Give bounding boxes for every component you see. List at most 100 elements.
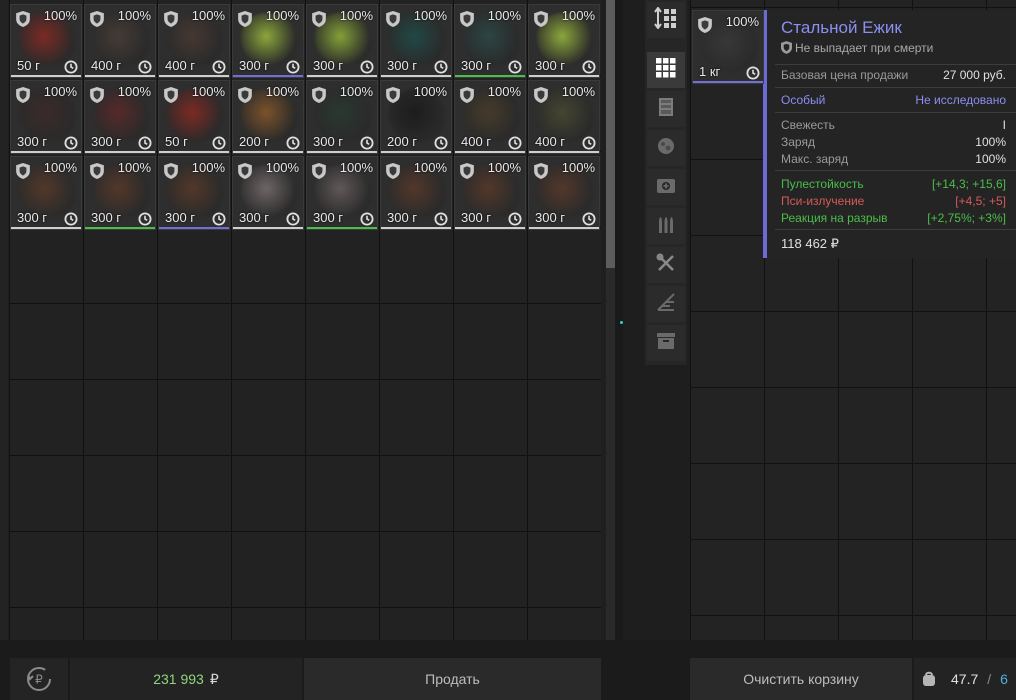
shield-icon xyxy=(312,163,326,179)
inventory-item[interactable]: 100% 300 г xyxy=(306,80,378,154)
inventory-scrollbar-thumb[interactable] xyxy=(606,0,615,268)
item-rarity-line xyxy=(11,151,81,153)
category-tab-medkit[interactable] xyxy=(647,169,685,205)
clock-icon xyxy=(138,60,152,74)
freshness-label: Свежесть xyxy=(781,118,835,132)
category-tab-container[interactable] xyxy=(647,325,685,361)
inventory-item[interactable]: 100% 50 г xyxy=(158,80,230,154)
category-tab-attachments[interactable] xyxy=(647,286,685,322)
clock-icon xyxy=(286,212,300,226)
inventory-item[interactable]: 100% 300 г xyxy=(10,80,82,154)
inventory-item[interactable]: 100% 300 г xyxy=(10,156,82,230)
weight-max: 6 xyxy=(1000,671,1008,687)
item-weight: 400 г xyxy=(461,134,492,149)
clock-icon xyxy=(434,212,448,226)
inventory-item[interactable]: 100% 400 г xyxy=(84,4,156,78)
tooltip-divider xyxy=(775,64,1016,65)
grid-icon xyxy=(656,57,676,83)
inventory-item[interactable]: 100% 300 г xyxy=(528,4,600,78)
shield-icon xyxy=(534,87,548,103)
item-condition: 100% xyxy=(725,14,759,29)
inventory-item[interactable]: 100% 400 г xyxy=(158,4,230,78)
item-rarity-line xyxy=(455,227,525,229)
item-condition: 100% xyxy=(191,84,225,99)
category-tab-artifact[interactable] xyxy=(647,130,685,166)
inventory-item[interactable]: 100% 300 г xyxy=(528,156,600,230)
item-rarity-line xyxy=(455,151,525,153)
item-rarity-line xyxy=(233,75,303,77)
category-tab-sort[interactable] xyxy=(647,2,685,38)
item-weight: 300 г xyxy=(313,210,344,225)
item-rarity-line xyxy=(693,81,763,83)
item-rarity-line xyxy=(11,227,81,229)
tooltip-divider xyxy=(775,229,1016,230)
sell-button[interactable]: Продать xyxy=(304,658,601,700)
item-rarity-line xyxy=(529,151,599,153)
item-weight: 300 г xyxy=(387,58,418,73)
inventory-item[interactable]: 100% 400 г xyxy=(528,80,600,154)
refresh-balance-button[interactable]: ₽ xyxy=(10,658,68,700)
inventory-item[interactable]: 100% 200 г xyxy=(232,80,304,154)
item-weight: 300 г xyxy=(239,210,270,225)
item-rarity-line xyxy=(455,75,525,77)
item-rarity-line xyxy=(85,151,155,153)
category-tab-grid[interactable] xyxy=(647,52,685,88)
max-charge-value: 100% xyxy=(975,152,1006,166)
clear-cart-button[interactable]: Очистить корзину xyxy=(690,658,912,700)
item-condition: 100% xyxy=(561,8,595,23)
weight-icon xyxy=(923,671,935,686)
shield-icon xyxy=(534,163,548,179)
item-tooltip: Стальной Ежик Не выпадает при смерти Баз… xyxy=(763,10,1016,258)
base-price-label: Базовая цена продажи xyxy=(781,68,909,82)
balance-currency: ₽ xyxy=(209,670,219,687)
armor-icon xyxy=(656,97,676,122)
attachments-icon xyxy=(656,292,676,317)
inventory-item[interactable]: 100% 300 г xyxy=(158,156,230,230)
inventory-item[interactable]: 100% 300 г xyxy=(84,156,156,230)
shield-icon xyxy=(781,41,792,54)
item-condition: 100% xyxy=(265,84,299,99)
item-weight: 300 г xyxy=(461,210,492,225)
shield-icon xyxy=(238,11,252,27)
item-weight: 300 г xyxy=(535,210,566,225)
medkit-icon xyxy=(656,176,676,199)
clock-icon xyxy=(286,136,300,150)
sort-icon xyxy=(654,5,678,34)
inventory-item[interactable]: 100% 300 г xyxy=(306,156,378,230)
category-tab-ammo[interactable] xyxy=(647,208,685,244)
item-condition: 100% xyxy=(117,84,151,99)
category-tab-tools[interactable] xyxy=(647,247,685,283)
bottom-bar: ₽ 231 993 ₽ Продать Очистить корзину 47.… xyxy=(0,640,1016,700)
stat-label: Реакция на разрыв xyxy=(781,211,888,225)
inventory-item[interactable]: 100% 300 г xyxy=(380,156,452,230)
item-condition: 100% xyxy=(561,160,595,175)
item-condition: 100% xyxy=(339,160,373,175)
inventory-item[interactable]: 100% 300 г xyxy=(306,4,378,78)
inventory-item[interactable]: 100% 50 г xyxy=(10,4,82,78)
inventory-item[interactable]: 100% 300 г xyxy=(232,156,304,230)
item-weight: 50 г xyxy=(17,58,40,73)
category-tab-armor[interactable] xyxy=(647,91,685,127)
item-weight: 200 г xyxy=(239,134,270,149)
inventory-item[interactable]: 100% 300 г xyxy=(454,4,526,78)
inventory-item[interactable]: 100% 300 г xyxy=(454,156,526,230)
weight-separator: / xyxy=(987,671,992,687)
inventory-item[interactable]: 100% 400 г xyxy=(454,80,526,154)
shield-icon xyxy=(16,163,30,179)
inventory-item[interactable]: 100% 200 г xyxy=(380,80,452,154)
container-icon xyxy=(656,332,676,355)
inventory-item[interactable]: 100% 300 г xyxy=(84,80,156,154)
item-title: Стальной Ежик xyxy=(781,18,902,37)
item-condition: 100% xyxy=(265,160,299,175)
inventory-item[interactable]: 100% 300 г xyxy=(232,4,304,78)
clock-icon xyxy=(508,136,522,150)
inventory-item[interactable]: 100% 300 г xyxy=(380,4,452,78)
stat-label: Пси-излучение xyxy=(781,194,865,208)
tooltip-divider xyxy=(775,170,1016,171)
ruble-refresh-icon: ₽ xyxy=(27,667,51,691)
inventory-item[interactable]: 100% 1 кг xyxy=(692,10,764,84)
item-condition: 100% xyxy=(339,84,373,99)
shield-icon xyxy=(460,163,474,179)
item-weight: 300 г xyxy=(535,58,566,73)
rarity-row: Особый Не исследовано xyxy=(781,93,1006,107)
